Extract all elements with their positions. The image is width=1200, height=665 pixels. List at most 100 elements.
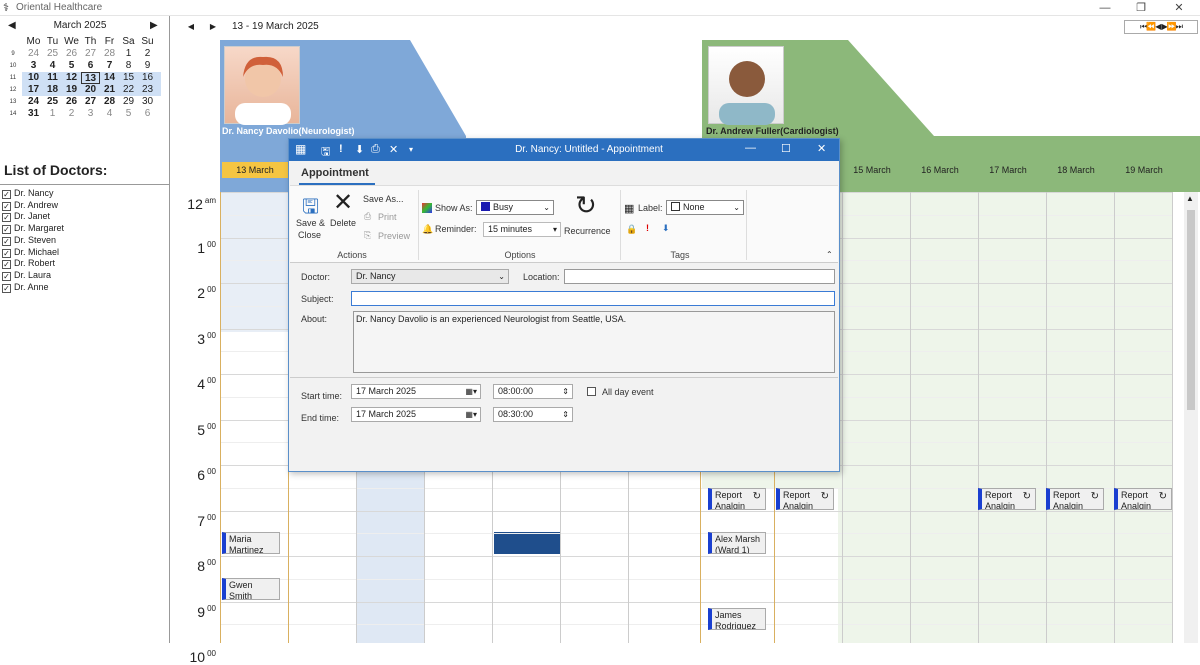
delete-button[interactable]: ✕ Delete bbox=[330, 189, 360, 246]
checkbox-checked-icon[interactable]: ✓ bbox=[2, 260, 11, 270]
save-as-button[interactable]: Save As... bbox=[363, 194, 404, 204]
day-header-13-march[interactable]: 13 March bbox=[222, 162, 288, 178]
next-week-button[interactable]: ▶ bbox=[206, 21, 220, 33]
dialog-minimize-button[interactable]: — bbox=[745, 142, 756, 154]
calendar-day[interactable]: 4 bbox=[43, 60, 62, 72]
calendar-day[interactable]: 3 bbox=[81, 108, 100, 120]
quick-access-menu-icon[interactable]: ▾ bbox=[409, 145, 413, 154]
resource-nav-buttons[interactable]: ⏮⏪◀ ▶⏩⏭ bbox=[1124, 20, 1198, 34]
calendar-day[interactable]: 23 bbox=[138, 84, 157, 96]
appointment-report[interactable]: Report Analgin ↻ bbox=[776, 488, 834, 510]
calendar-day[interactable]: 29 bbox=[119, 96, 138, 108]
calendar-day[interactable]: 12 bbox=[62, 72, 81, 84]
dialog-close-button[interactable]: ✕ bbox=[817, 142, 826, 155]
doctor-list-item[interactable]: ✓ Dr. Robert bbox=[2, 257, 55, 270]
calendar-day[interactable]: 25 bbox=[43, 48, 62, 60]
doctor-list-item[interactable]: ✓ Dr. Laura bbox=[2, 269, 51, 281]
doctor-select[interactable]: Dr. Nancy ⌄ bbox=[351, 269, 509, 284]
appointment-james[interactable]: James Rodriguez bbox=[708, 608, 766, 630]
calendar-day[interactable]: 7 bbox=[100, 60, 119, 72]
calendar-day[interactable]: 15 bbox=[119, 72, 138, 84]
calendar-day[interactable]: 16 bbox=[138, 72, 157, 84]
day-header-18-march[interactable]: 18 March bbox=[1042, 162, 1110, 178]
quick-high-importance-icon[interactable]: ! bbox=[339, 143, 343, 155]
end-date-picker[interactable]: 17 March 2025 ▦▾ bbox=[351, 407, 481, 422]
calendar-day[interactable]: 14 bbox=[100, 72, 119, 84]
vertical-scrollbar[interactable]: ▲ bbox=[1184, 192, 1198, 643]
calendar-day[interactable]: 4 bbox=[100, 108, 119, 120]
calendar-day[interactable]: 25 bbox=[43, 96, 62, 108]
doctor-list-item[interactable]: ✓ Dr. Anne bbox=[2, 281, 49, 293]
calendar-day[interactable]: 19 bbox=[62, 84, 81, 96]
checkbox-checked-icon[interactable]: ✓ bbox=[2, 248, 11, 258]
calendar-day[interactable]: 26 bbox=[62, 96, 81, 108]
doctor-list-item[interactable]: ✓ Dr. Michael bbox=[2, 246, 59, 258]
calendar-day[interactable]: 18 bbox=[43, 84, 62, 96]
day-header-15-march[interactable]: 15 March bbox=[838, 162, 906, 178]
quick-print-icon[interactable]: ⎙ bbox=[371, 143, 380, 156]
calendar-day[interactable]: 28 bbox=[100, 96, 119, 108]
appointment-report[interactable]: Report Analgin ↻ bbox=[978, 488, 1036, 510]
quick-delete-icon[interactable]: ✕ bbox=[389, 143, 398, 156]
doctor-list-item[interactable]: ✓ Dr. Janet bbox=[2, 210, 50, 223]
calendar-day[interactable]: 17 bbox=[24, 84, 43, 96]
recurrence-icon[interactable]: ↻ bbox=[575, 192, 597, 218]
calendar-day[interactable]: 28 bbox=[100, 48, 119, 60]
appointment-gwen[interactable]: Gwen Smith bbox=[222, 578, 280, 600]
low-importance-icon[interactable]: ⬇ bbox=[662, 223, 670, 234]
calendar-day[interactable]: 3 bbox=[24, 60, 43, 72]
calendar-day[interactable]: 22 bbox=[119, 84, 138, 96]
location-input[interactable] bbox=[564, 269, 835, 284]
day-header-19-march[interactable]: 19 March bbox=[1110, 162, 1178, 178]
calendar-day[interactable]: 2 bbox=[138, 48, 157, 60]
all-day-checkbox[interactable] bbox=[587, 387, 596, 396]
checkbox-checked-icon[interactable]: ✓ bbox=[2, 190, 11, 199]
high-importance-icon[interactable]: ! bbox=[646, 223, 649, 233]
calendar-day[interactable]: 1 bbox=[119, 48, 138, 60]
calendar-day[interactable]: 1 bbox=[43, 108, 62, 120]
recurrence-button[interactable]: Recurrence bbox=[564, 226, 611, 236]
end-time-spinner[interactable]: 08:30:00 ⇕ bbox=[493, 407, 573, 422]
prev-week-button[interactable]: ◀ bbox=[184, 21, 198, 33]
appointment-report[interactable]: Report Analgin ↻ bbox=[708, 488, 766, 510]
appointment-maria[interactable]: Maria Martinez bbox=[222, 532, 280, 554]
calendar-day[interactable]: 24 bbox=[24, 48, 43, 60]
maximize-button[interactable]: ❐ bbox=[1126, 0, 1156, 16]
appointment-alex[interactable]: Alex Marsh (Ward 1) bbox=[708, 532, 766, 554]
calendar-day[interactable]: 6 bbox=[81, 60, 100, 72]
preview-button[interactable]: Preview bbox=[378, 231, 410, 241]
calendar-day[interactable]: 31 bbox=[24, 108, 43, 120]
calendar-day[interactable]: 9 bbox=[138, 60, 157, 72]
print-icon[interactable]: ⎙ bbox=[364, 211, 371, 222]
appointment-report[interactable]: Report Analgin ↻ bbox=[1114, 488, 1172, 510]
print-button[interactable]: Print bbox=[378, 212, 397, 222]
calendar-day[interactable]: 30 bbox=[138, 96, 157, 108]
about-textarea[interactable]: Dr. Nancy Davolio is an experienced Neur… bbox=[353, 311, 835, 373]
doctor-list-item[interactable]: ✓ Dr. Nancy bbox=[2, 187, 54, 199]
doctor-list-item[interactable]: ✓ Dr. Steven bbox=[2, 234, 56, 246]
calendar-day[interactable]: 10 bbox=[24, 72, 43, 84]
calendar-day[interactable]: 27 bbox=[81, 96, 100, 108]
private-lock-icon[interactable]: 🔒 bbox=[626, 224, 637, 235]
doctor-list-item[interactable]: ✓ Dr. Margaret bbox=[2, 222, 64, 235]
tab-appointment[interactable]: Appointment bbox=[301, 167, 369, 179]
scroll-up-icon[interactable]: ▲ bbox=[1186, 194, 1194, 203]
calendar-day[interactable]: 26 bbox=[62, 48, 81, 60]
checkbox-checked-icon[interactable]: ✓ bbox=[2, 283, 11, 293]
calendar-day[interactable]: 5 bbox=[119, 108, 138, 120]
collapse-ribbon-icon[interactable]: ⌃ bbox=[826, 250, 833, 259]
calendar-day[interactable]: 24 bbox=[24, 96, 43, 108]
checkbox-checked-icon[interactable]: ✓ bbox=[2, 236, 11, 246]
day-header-17-march[interactable]: 17 March bbox=[974, 162, 1042, 178]
doctor-list-item[interactable]: ✓ Dr. Andrew bbox=[2, 199, 58, 211]
quick-save-icon[interactable]: 🖫 bbox=[321, 143, 330, 162]
checkbox-checked-icon[interactable]: ✓ bbox=[2, 213, 11, 223]
show-as-select[interactable]: Busy ⌄ bbox=[476, 200, 554, 215]
start-date-picker[interactable]: 17 March 2025 ▦▾ bbox=[351, 384, 481, 399]
checkbox-checked-icon[interactable]: ✓ bbox=[2, 201, 11, 211]
minimize-button[interactable]: — bbox=[1090, 0, 1120, 16]
quick-low-importance-icon[interactable]: ⬇ bbox=[355, 143, 364, 156]
calendar-day[interactable]: 2 bbox=[62, 108, 81, 120]
calendar-day[interactable]: 20 bbox=[81, 84, 100, 96]
calendar-day[interactable]: 8 bbox=[119, 60, 138, 72]
